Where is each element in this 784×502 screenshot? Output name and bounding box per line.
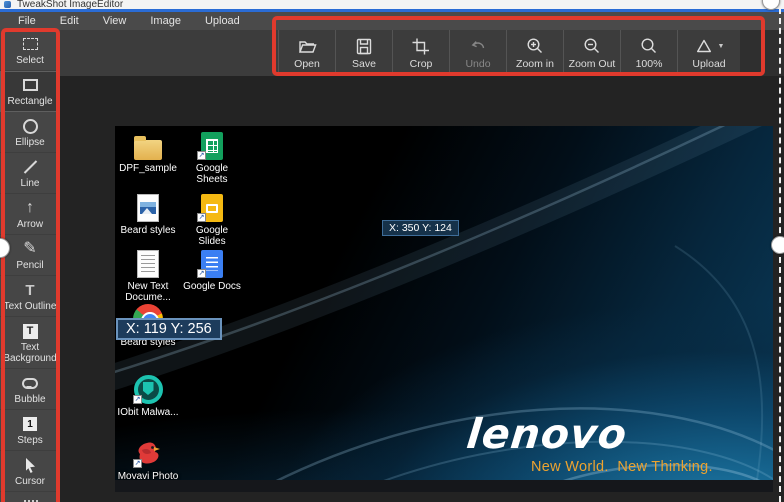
drive-upload-icon bbox=[694, 37, 714, 57]
lenovo-tagline: New World. New Thinking. bbox=[531, 459, 713, 475]
upload-button[interactable]: ▼ Upload bbox=[677, 30, 741, 76]
tool-ellipse[interactable]: Ellipse bbox=[0, 112, 60, 153]
desktop-icon-google-slides[interactable]: ↗ Google Slides bbox=[181, 192, 243, 247]
zoom-in-icon bbox=[525, 37, 545, 57]
tool-cursor[interactable]: Cursor bbox=[0, 451, 60, 492]
blur-icon bbox=[23, 497, 38, 502]
select-icon bbox=[23, 35, 38, 53]
rectangle-icon bbox=[23, 76, 38, 94]
desktop-icon-iobit[interactable]: ↗ IObit Malwa... bbox=[117, 374, 179, 418]
undo-icon bbox=[468, 37, 488, 57]
selection-dashed-line bbox=[779, 8, 781, 502]
ellipse-icon bbox=[23, 117, 38, 135]
tool-steps[interactable]: 1 Steps bbox=[0, 410, 60, 451]
save-icon bbox=[354, 37, 374, 57]
undo-button[interactable]: Undo bbox=[449, 30, 506, 76]
arrow-icon: ↑ bbox=[26, 199, 34, 217]
shortcut-arrow-icon: ↗ bbox=[133, 395, 142, 404]
tool-select[interactable]: Select bbox=[0, 30, 60, 71]
shortcut-arrow-icon: ↗ bbox=[133, 459, 142, 468]
shortcut-arrow-icon: ↗ bbox=[197, 269, 206, 278]
tool-text-background[interactable]: T Text Background bbox=[0, 317, 60, 369]
menu-view[interactable]: View bbox=[103, 15, 127, 27]
edited-screenshot-image: DPF_sample ↗ Google Sheets Beard styles … bbox=[115, 126, 773, 492]
zoom-reset-icon bbox=[639, 37, 659, 57]
app-window: TweakShot ImageEditor File Edit View Ima… bbox=[0, 0, 784, 502]
crop-button[interactable]: Crop bbox=[392, 30, 449, 76]
tool-pencil[interactable]: ✎ Pencil bbox=[0, 235, 60, 276]
open-folder-icon bbox=[297, 37, 317, 57]
steps-icon: 1 bbox=[23, 415, 37, 433]
menu-image[interactable]: Image bbox=[150, 15, 181, 27]
toolbar: Open Save Crop Undo bbox=[60, 30, 740, 76]
menu-upload[interactable]: Upload bbox=[205, 15, 240, 27]
lenovo-logo: lenovo bbox=[464, 410, 629, 458]
chevron-down-icon[interactable]: ▼ bbox=[718, 43, 725, 50]
menu-bar: File Edit View Image Upload bbox=[0, 12, 784, 30]
desktop-icon-google-sheets[interactable]: ↗ Google Sheets bbox=[181, 130, 243, 185]
desktop-icon-google-docs[interactable]: ↗ Google Docs bbox=[181, 248, 243, 292]
zoom-in-button[interactable]: Zoom in bbox=[506, 30, 563, 76]
coordinate-tooltip: X: 119 Y: 256 bbox=[116, 318, 222, 340]
title-bar: TweakShot ImageEditor bbox=[0, 0, 784, 9]
shortcut-arrow-icon: ↗ bbox=[197, 151, 206, 160]
menu-file[interactable]: File bbox=[18, 15, 36, 27]
open-button[interactable]: Open bbox=[278, 30, 335, 76]
text-outline-icon: T bbox=[25, 281, 34, 299]
text-background-icon: T bbox=[23, 322, 38, 340]
tool-arrow[interactable]: ↑ Arrow bbox=[0, 194, 60, 235]
zoom-out-button[interactable]: Zoom Out bbox=[563, 30, 620, 76]
cursor-icon bbox=[22, 456, 38, 474]
bubble-icon bbox=[22, 374, 38, 392]
desktop-icon-beard-styles[interactable]: Beard styles bbox=[117, 192, 179, 236]
line-icon bbox=[22, 158, 39, 176]
desktop-icon-dpf-sample[interactable]: DPF_sample bbox=[117, 130, 179, 174]
toolbar-spacer bbox=[740, 30, 784, 76]
tool-blur[interactable]: Blur bbox=[0, 492, 60, 502]
menu-edit[interactable]: Edit bbox=[60, 15, 79, 27]
desktop-icon-new-text-document[interactable]: New Text Docume... bbox=[117, 248, 179, 303]
selection-handle[interactable] bbox=[771, 236, 784, 254]
window-title: TweakShot ImageEditor bbox=[17, 0, 123, 9]
text-document-icon bbox=[137, 250, 159, 278]
zoom-100-button[interactable]: 100% bbox=[620, 30, 677, 76]
image-file-icon bbox=[137, 194, 159, 222]
save-button[interactable]: Save bbox=[335, 30, 392, 76]
folder-icon bbox=[134, 140, 162, 160]
tool-rectangle[interactable]: Rectangle bbox=[0, 71, 60, 112]
coordinate-tooltip: X: 350 Y: 124 bbox=[382, 220, 459, 236]
tool-text-outline[interactable]: T Text Outline bbox=[0, 276, 60, 317]
shortcut-arrow-icon: ↗ bbox=[197, 213, 206, 222]
pencil-icon: ✎ bbox=[23, 240, 36, 258]
tool-line[interactable]: Line bbox=[0, 153, 60, 194]
app-icon bbox=[4, 1, 11, 8]
zoom-out-icon bbox=[582, 37, 602, 57]
tool-bubble[interactable]: Bubble bbox=[0, 369, 60, 410]
tool-sidebar: Select Rectangle Ellipse Line ↑ Arrow ✎ … bbox=[0, 30, 60, 502]
wallpaper-taskbar-strip bbox=[115, 480, 773, 492]
crop-icon bbox=[411, 37, 431, 57]
